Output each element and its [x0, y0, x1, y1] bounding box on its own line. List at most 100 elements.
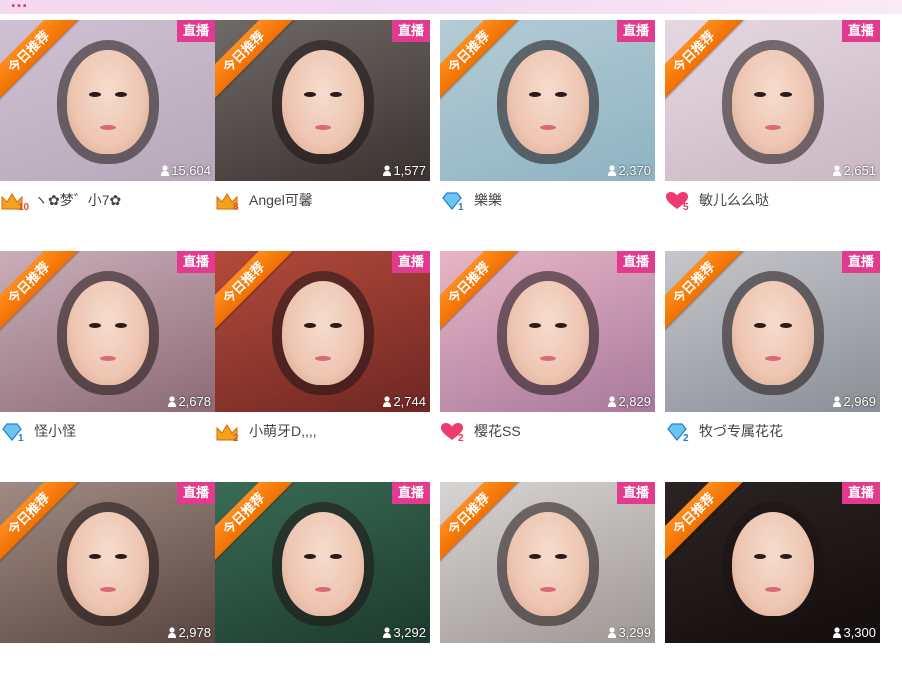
stream-thumbnail[interactable]: 今日推荐 直播 2,969 — [665, 251, 880, 412]
streamer-name-link[interactable]: 牧づ专属花花 — [699, 421, 783, 441]
live-badge: 直播 — [392, 20, 430, 42]
streamer-name-link[interactable]: 怪小怪 — [34, 421, 76, 441]
user-icon — [833, 165, 842, 176]
live-room-card[interactable]: 今日推荐 直播 3,292 — [215, 482, 430, 687]
streamer-face — [731, 50, 814, 154]
live-badge: 直播 — [617, 482, 655, 504]
level-icon — [215, 651, 247, 673]
live-badge: 直播 — [177, 251, 215, 273]
streamer-info — [440, 650, 474, 674]
stream-thumbnail[interactable]: 今日推荐 直播 3,300 — [665, 482, 880, 643]
live-room-card[interactable]: 今日推荐 直播 2,978 — [0, 482, 215, 687]
viewer-count-value: 3,300 — [843, 625, 876, 640]
viewer-count: 3,292 — [383, 625, 426, 640]
level-icon — [665, 651, 697, 673]
live-room-card[interactable]: 今日推荐 直播 2,969 2 牧づ专属花花 — [665, 251, 880, 456]
stream-thumbnail[interactable]: 今日推荐 直播 2,651 — [665, 20, 880, 181]
live-badge: 直播 — [842, 482, 880, 504]
viewer-count-value: 1,577 — [393, 163, 426, 178]
streamer-face — [506, 512, 589, 616]
stream-thumbnail[interactable]: 今日推荐 直播 15,604 — [0, 20, 215, 181]
live-room-card[interactable]: 今日推荐 直播 3,299 — [440, 482, 655, 687]
stream-thumbnail[interactable]: 今日推荐 直播 3,299 — [440, 482, 655, 643]
viewer-count: 2,744 — [383, 394, 426, 409]
top-banner: … — [0, 0, 902, 14]
viewer-count: 2,370 — [608, 163, 651, 178]
viewer-count-value: 2,678 — [178, 394, 211, 409]
viewer-count-value: 2,829 — [618, 394, 651, 409]
streamer-name-link[interactable]: ヽ✿梦゛小7✿ — [34, 190, 121, 210]
viewer-count: 2,829 — [608, 394, 651, 409]
level-number: 2 — [233, 433, 239, 444]
streamer-info: 5 敏儿么么哒 — [665, 188, 769, 213]
stream-thumbnail[interactable]: 今日推荐 直播 1,577 — [215, 20, 430, 181]
crown-level-icon: 2 — [215, 420, 247, 444]
live-room-card[interactable]: 今日推荐 直播 3,300 — [665, 482, 880, 687]
streamer-name-link[interactable]: 樱花SS — [474, 421, 521, 441]
streamer-info: 2 牧づ专属花花 — [665, 419, 783, 444]
user-icon — [608, 165, 617, 176]
crown-level-icon: 10 — [0, 189, 32, 213]
level-icon — [440, 651, 472, 673]
streamer-face — [731, 281, 814, 385]
live-room-card[interactable]: 今日推荐 直播 2,744 2 小萌牙D,,,, — [215, 251, 430, 456]
level-number: 2 — [683, 433, 689, 444]
user-icon — [383, 396, 392, 407]
live-badge: 直播 — [842, 20, 880, 42]
viewer-count: 2,969 — [833, 394, 876, 409]
streamer-info — [215, 650, 249, 674]
live-badge: 直播 — [617, 251, 655, 273]
viewer-count: 2,651 — [833, 163, 876, 178]
diamond-level-icon: 1 — [440, 189, 472, 213]
level-number: 8 — [233, 202, 239, 213]
live-badge: 直播 — [842, 251, 880, 273]
viewer-count-value: 2,969 — [843, 394, 876, 409]
live-room-card[interactable]: 今日推荐 直播 2,829 2 樱花SS — [440, 251, 655, 456]
stream-thumbnail[interactable]: 今日推荐 直播 2,829 — [440, 251, 655, 412]
user-icon — [383, 627, 392, 638]
live-room-card[interactable]: 今日推荐 直播 1,577 8 Angel可馨 — [215, 20, 430, 225]
heart-level-icon: 2 — [440, 420, 472, 444]
streamer-info: 8 Angel可馨 — [215, 188, 313, 213]
live-room-card[interactable]: 今日推荐 直播 2,651 5 敏儿么么哒 — [665, 20, 880, 225]
viewer-count: 15,604 — [161, 163, 211, 178]
live-badge: 直播 — [177, 482, 215, 504]
heart-level-icon: 5 — [665, 189, 697, 213]
live-badge: 直播 — [177, 20, 215, 42]
streamer-name-link[interactable]: 樂樂 — [474, 190, 502, 210]
viewer-count-value: 2,744 — [393, 394, 426, 409]
viewer-count: 3,300 — [833, 625, 876, 640]
streamer-name-link[interactable]: 小萌牙D,,,, — [249, 421, 317, 441]
streamer-info — [665, 650, 699, 674]
viewer-count-value: 2,370 — [618, 163, 651, 178]
viewer-count-value: 15,604 — [171, 163, 211, 178]
live-room-card[interactable]: 今日推荐 直播 2,678 1 怪小怪 — [0, 251, 215, 456]
crown-level-icon: 8 — [215, 189, 247, 213]
stream-thumbnail[interactable]: 今日推荐 直播 2,978 — [0, 482, 215, 643]
viewer-count-value: 2,978 — [178, 625, 211, 640]
viewer-count: 2,678 — [168, 394, 211, 409]
streamer-face — [66, 281, 149, 385]
live-room-card[interactable]: 今日推荐 直播 2,370 1 樂樂 — [440, 20, 655, 225]
viewer-count-value: 2,651 — [843, 163, 876, 178]
level-number: 5 — [683, 202, 689, 213]
stream-thumbnail[interactable]: 今日推荐 直播 3,292 — [215, 482, 430, 643]
stream-thumbnail[interactable]: 今日推荐 直播 2,678 — [0, 251, 215, 412]
stream-thumbnail[interactable]: 今日推荐 直播 2,744 — [215, 251, 430, 412]
live-room-card[interactable]: 今日推荐 直播 15,604 10 ヽ✿梦゛小7✿ — [0, 20, 215, 225]
user-icon — [161, 165, 170, 176]
stream-thumbnail[interactable]: 今日推荐 直播 2,370 — [440, 20, 655, 181]
streamer-info: 1 樂樂 — [440, 188, 502, 213]
user-icon — [833, 396, 842, 407]
streamer-info: 1 怪小怪 — [0, 419, 76, 444]
streamer-name-link[interactable]: Angel可馨 — [249, 190, 313, 210]
viewer-count: 1,577 — [383, 163, 426, 178]
streamer-name-link[interactable]: 敏儿么么哒 — [699, 190, 769, 210]
viewer-count: 3,299 — [608, 625, 651, 640]
diamond-level-icon: 1 — [0, 420, 32, 444]
streamer-info — [0, 650, 34, 674]
viewer-count: 2,978 — [168, 625, 211, 640]
level-number: 10 — [18, 202, 30, 213]
streamer-face — [506, 50, 589, 154]
section-title: … — [10, 0, 28, 11]
